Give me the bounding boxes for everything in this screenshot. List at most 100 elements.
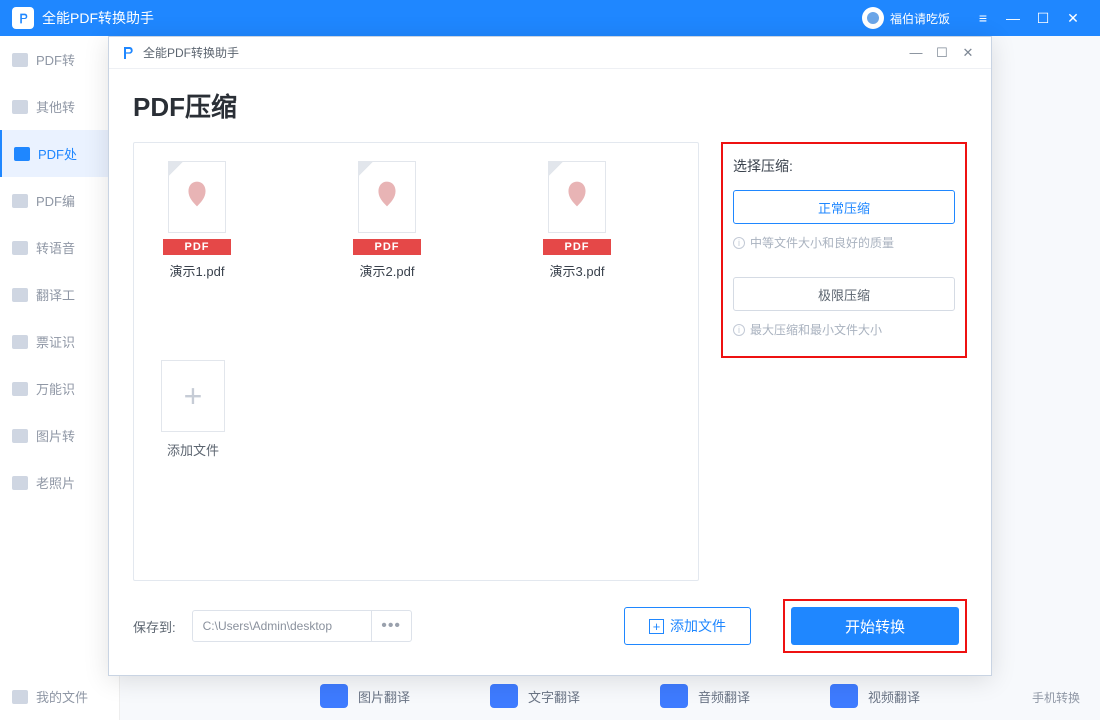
dialog-maximize-icon[interactable]: ☐ [929,37,955,69]
audio-translate-icon [660,684,688,708]
option-label: 极限压缩 [818,285,870,304]
add-file-tile-label: 添加文件 [167,440,219,459]
save-to-label: 保存到: [133,617,176,636]
file-badge: PDF [543,239,611,255]
add-file-button[interactable]: + 添加文件 [624,607,751,645]
start-convert-label: 开始转换 [845,616,905,637]
primary-highlight-box: 开始转换 [783,599,967,653]
feature-video-translate[interactable]: 视频翻译 [830,684,920,708]
file-item[interactable]: PDF 演示2.pdf [342,161,432,280]
scan-icon [12,382,28,396]
dialog-close-icon[interactable]: ✕ [955,37,981,69]
pdf-file-icon [168,161,226,233]
sidebar-item-label: 转语音 [36,238,75,257]
dialog-title: 全能PDF转换助手 [143,44,239,61]
dialog-footer: 保存到: C:\Users\Admin\desktop ••• + 添加文件 开… [133,581,967,675]
file-name: 演示1.pdf [170,261,225,280]
pdf-file-icon [548,161,606,233]
file-item[interactable]: PDF 演示1.pdf [152,161,242,280]
audio-icon [12,241,28,255]
feature-image-translate[interactable]: 图片翻译 [320,684,410,708]
folder-icon [12,690,28,704]
file-list-zone[interactable]: PDF 演示1.pdf PDF 演示2.pdf PD [133,142,699,581]
sidebar-item-other-convert[interactable]: 其他转 [0,83,119,130]
sidebar-item-label: 图片转 [36,426,75,445]
image-translate-icon [320,684,348,708]
video-translate-icon [830,684,858,708]
menu-icon[interactable]: ≡ [968,0,998,36]
sidebar-item-audio[interactable]: 转语音 [0,224,119,271]
option-desc-text: 最大压缩和最小文件大小 [750,321,882,338]
plus-icon: + [649,619,664,634]
maximize-icon[interactable]: ☐ [1028,0,1058,36]
feature-label: 音频翻译 [698,687,750,706]
sidebar-item-image[interactable]: 图片转 [0,412,119,459]
compress-options: 选择压缩: 正常压缩 i 中等文件大小和良好的质量 极限压缩 i 最大压缩和最小文件… [721,142,967,581]
app-titlebar: 全能PDF转换助手 福伯请吃饭 ≡ — ☐ ✕ [0,0,1100,36]
sidebar-item-pdf-process[interactable]: PDF处 [0,130,119,177]
feature-text-translate[interactable]: 文字翻译 [490,684,580,708]
edit-icon [12,194,28,208]
sidebar-item-label: PDF处 [38,144,77,163]
my-files-link[interactable]: 我的文件 [12,687,88,706]
dialog-logo-icon [119,44,137,62]
sidebar-item-pdf-edit[interactable]: PDF编 [0,177,119,224]
info-icon: i [733,324,745,336]
dialog-titlebar: 全能PDF转换助手 — ☐ ✕ [109,37,991,69]
options-title: 选择压缩: [733,156,955,176]
my-files-label: 我的文件 [36,687,88,706]
start-convert-button[interactable]: 开始转换 [791,607,959,645]
feature-label: 文字翻译 [528,687,580,706]
bottom-feature-row: 图片翻译 文字翻译 音频翻译 视频翻译 [320,684,1080,708]
sidebar-item-label: 翻译工 [36,285,75,304]
option-normal-desc: i 中等文件大小和良好的质量 [733,234,955,251]
option-normal-compress[interactable]: 正常压缩 [733,190,955,224]
add-file-tile[interactable]: + 添加文件 [152,360,234,459]
option-extreme-compress[interactable]: 极限压缩 [733,277,955,311]
sidebar-item-label: 票证识 [36,332,75,351]
process-icon [14,147,30,161]
receipt-icon [12,335,28,349]
avatar-icon[interactable] [862,7,884,29]
file-name: 演示3.pdf [550,261,605,280]
save-path-input[interactable]: C:\Users\Admin\desktop ••• [192,610,412,642]
options-highlight-box: 选择压缩: 正常压缩 i 中等文件大小和良好的质量 极限压缩 i 最大压缩和最小文件… [721,142,967,358]
plus-icon: + [161,360,225,432]
sidebar-item-label: 老照片 [36,473,75,492]
file-badge: PDF [353,239,421,255]
translate-icon [12,288,28,302]
app-logo-icon [12,7,34,29]
sidebar-item-photo[interactable]: 老照片 [0,459,119,506]
phone-convert-link[interactable]: 手机转换 [1032,689,1080,706]
feature-label: 视频翻译 [868,687,920,706]
option-extreme-desc: i 最大压缩和最小文件大小 [733,321,955,338]
file-name: 演示2.pdf [360,261,415,280]
file-item[interactable]: PDF 演示3.pdf [532,161,622,280]
sidebar: PDF转 其他转 PDF处 PDF编 转语音 翻译工 票证识 万能识 图片转 老… [0,36,120,720]
dialog-minimize-icon[interactable]: — [903,37,929,69]
pdf-compress-dialog: 全能PDF转换助手 — ☐ ✕ PDF压缩 PDF 演示1.pdf [108,36,992,676]
sidebar-item-pdf-convert[interactable]: PDF转 [0,36,119,83]
file-badge: PDF [163,239,231,255]
minimize-icon[interactable]: — [998,0,1028,36]
sidebar-item-receipt[interactable]: 票证识 [0,318,119,365]
sidebar-item-label: PDF编 [36,191,75,210]
option-desc-text: 中等文件大小和良好的质量 [750,234,894,251]
pdf-icon [12,53,28,67]
option-label: 正常压缩 [818,198,870,217]
close-icon[interactable]: ✕ [1058,0,1088,36]
sidebar-item-label: 万能识 [36,379,75,398]
app-title: 全能PDF转换助手 [42,8,154,28]
feature-label: 图片翻译 [358,687,410,706]
feature-audio-translate[interactable]: 音频翻译 [660,684,750,708]
sidebar-item-universal[interactable]: 万能识 [0,365,119,412]
sidebar-item-translate[interactable]: 翻译工 [0,271,119,318]
save-path-text: C:\Users\Admin\desktop [193,611,371,641]
pdf-file-icon [358,161,416,233]
sidebar-item-label: PDF转 [36,50,75,69]
dialog-heading: PDF压缩 [133,87,967,124]
username[interactable]: 福伯请吃饭 [890,10,950,27]
info-icon: i [733,237,745,249]
browse-button[interactable]: ••• [371,611,411,641]
image-icon [12,429,28,443]
